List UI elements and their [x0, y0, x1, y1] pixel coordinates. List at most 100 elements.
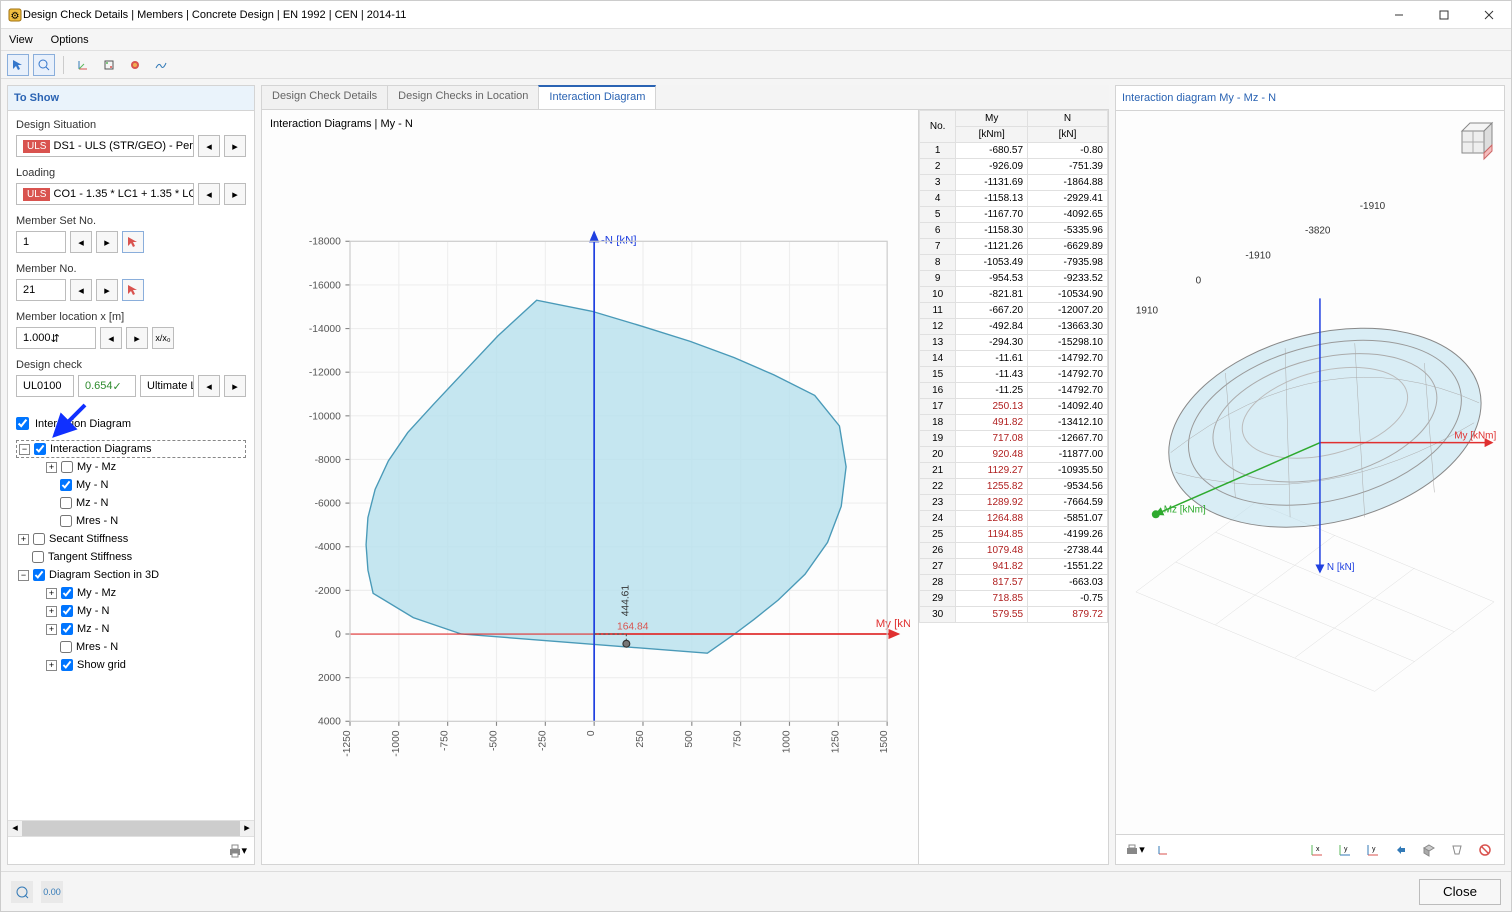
pick-in-view-icon[interactable] [122, 231, 144, 253]
expand-icon[interactable]: − [18, 570, 29, 581]
help-icon[interactable] [11, 881, 33, 903]
view-myz-icon[interactable]: y [1334, 839, 1356, 861]
table-row[interactable]: 5-1167.70-4092.65 [920, 207, 1108, 223]
table-row[interactable]: 10-821.81-10534.90 [920, 287, 1108, 303]
pick-in-view-icon[interactable] [122, 279, 144, 301]
tree-checkbox[interactable] [61, 659, 73, 671]
table-row[interactable]: 30579.55879.72 [920, 607, 1108, 623]
print-icon[interactable]: ▾ [226, 840, 248, 862]
table-row[interactable]: 29718.85-0.75 [920, 591, 1108, 607]
next-button[interactable]: ▸ [96, 279, 118, 301]
tree-checkbox[interactable] [61, 587, 73, 599]
prev-button[interactable]: ◂ [198, 375, 220, 397]
table-row[interactable]: 28817.57-663.03 [920, 575, 1108, 591]
table-row[interactable]: 15-11.43-14792.70 [920, 367, 1108, 383]
tree-checkbox[interactable] [60, 515, 72, 527]
table-row[interactable]: 251194.85-4199.26 [920, 527, 1108, 543]
minimize-button[interactable] [1376, 1, 1421, 29]
chart-area[interactable]: Interaction Diagrams | My - N -18000-160… [262, 110, 918, 864]
table-row[interactable]: 4-1158.13-2929.41 [920, 191, 1108, 207]
table-row[interactable]: 9-954.53-9233.52 [920, 271, 1108, 287]
expand-icon[interactable]: + [46, 624, 57, 635]
view-cube-icon[interactable] [1450, 117, 1498, 165]
isometric-icon[interactable] [1418, 839, 1440, 861]
tree-checkbox[interactable] [60, 497, 72, 509]
tree-checkbox[interactable] [33, 569, 45, 581]
expand-icon[interactable]: − [19, 444, 30, 455]
print-icon[interactable]: ▾ [1124, 839, 1146, 861]
table-row[interactable]: 221255.82-9534.56 [920, 479, 1108, 495]
interaction-diagram-checkbox[interactable] [16, 417, 29, 430]
tree-checkbox[interactable] [32, 551, 44, 563]
3d-view[interactable]: 1910 0 -1910 -3820 -1910 [1116, 111, 1504, 834]
supports-icon[interactable] [98, 54, 120, 76]
menu-options[interactable]: Options [51, 34, 89, 46]
zoom-tool-icon[interactable] [33, 54, 55, 76]
x-over-x0-icon[interactable]: x/x₀ [152, 327, 174, 349]
prev-button[interactable]: ◂ [198, 135, 220, 157]
tab-interaction-diagram[interactable]: Interaction Diagram [538, 85, 656, 109]
show-values-icon[interactable] [1152, 839, 1174, 861]
tree-checkbox[interactable] [61, 461, 73, 473]
table-row[interactable]: 11-667.20-12007.20 [920, 303, 1108, 319]
table-row[interactable]: 27941.82-1551.22 [920, 559, 1108, 575]
section-icon[interactable] [124, 54, 146, 76]
next-button[interactable]: ▸ [224, 375, 246, 397]
prev-button[interactable]: ◂ [100, 327, 122, 349]
tree-checkbox[interactable] [61, 605, 73, 617]
design-check-name-select[interactable]: Ultimate Li... [140, 375, 194, 397]
tree-checkbox[interactable] [60, 479, 72, 491]
table-row[interactable]: 6-1158.30-5335.96 [920, 223, 1108, 239]
maximize-button[interactable] [1421, 1, 1466, 29]
table-row[interactable]: 18491.82-13412.10 [920, 415, 1108, 431]
table-row[interactable]: 241264.88-5851.07 [920, 511, 1108, 527]
pointer-tool-icon[interactable] [7, 54, 29, 76]
prev-button[interactable]: ◂ [198, 183, 220, 205]
tree-checkbox[interactable] [60, 641, 72, 653]
expand-icon[interactable]: + [18, 534, 29, 545]
table-row[interactable]: 13-294.30-15298.10 [920, 335, 1108, 351]
tree-checkbox[interactable] [61, 623, 73, 635]
next-button[interactable]: ▸ [126, 327, 148, 349]
expand-icon[interactable]: + [46, 588, 57, 599]
results-icon[interactable] [150, 54, 172, 76]
close-button[interactable]: Close [1419, 879, 1501, 905]
tab-design-check-details[interactable]: Design Check Details [261, 85, 388, 109]
expand-icon[interactable]: + [46, 660, 57, 671]
units-icon[interactable]: 0.00 [41, 881, 63, 903]
member-location-input[interactable]: 1.000 ⇵ [16, 327, 96, 349]
table-row[interactable]: 12-492.84-13663.30 [920, 319, 1108, 335]
next-button[interactable]: ▸ [224, 135, 246, 157]
prev-button[interactable]: ◂ [70, 279, 92, 301]
table-row[interactable]: 3-1131.69-1864.88 [920, 175, 1108, 191]
loading-select[interactable]: ULS CO1 - 1.35 * LC1 + 1.35 * LC... [16, 183, 194, 205]
tree-checkbox[interactable] [33, 533, 45, 545]
table-row[interactable]: 16-11.25-14792.70 [920, 383, 1108, 399]
menu-view[interactable]: View [9, 34, 33, 46]
reset-view-icon[interactable] [1474, 839, 1496, 861]
table-row[interactable]: 211129.27-10935.50 [920, 463, 1108, 479]
view-opposite-icon[interactable] [1390, 839, 1412, 861]
expand-icon[interactable]: + [46, 606, 57, 617]
table-row[interactable]: 8-1053.49-7935.98 [920, 255, 1108, 271]
table-row[interactable]: 261079.48-2738.44 [920, 543, 1108, 559]
scrollbar[interactable]: ◂▸ [8, 820, 254, 836]
table-row[interactable]: 2-926.09-751.39 [920, 159, 1108, 175]
axis-icon[interactable] [72, 54, 94, 76]
table-row[interactable]: 20920.48-11877.00 [920, 447, 1108, 463]
member-no-select[interactable]: 21 [16, 279, 66, 301]
tab-design-checks-in-location[interactable]: Design Checks in Location [387, 85, 539, 109]
table-row[interactable]: 231289.92-7664.59 [920, 495, 1108, 511]
prev-button[interactable]: ◂ [70, 231, 92, 253]
3d-diagram[interactable]: 1910 0 -1910 -3820 -1910 [1116, 111, 1504, 834]
expand-icon[interactable]: + [46, 462, 57, 473]
view-mxz-icon[interactable]: y [1362, 839, 1384, 861]
table-row[interactable]: 17250.13-14092.40 [920, 399, 1108, 415]
tree-checkbox[interactable] [34, 443, 46, 455]
table-row[interactable]: 1-680.57-0.80 [920, 143, 1108, 159]
view-mxy-icon[interactable]: x [1306, 839, 1328, 861]
close-window-button[interactable] [1466, 1, 1511, 29]
member-set-select[interactable]: 1 [16, 231, 66, 253]
table-row[interactable]: 7-1121.26-6629.89 [920, 239, 1108, 255]
perspective-icon[interactable] [1446, 839, 1468, 861]
